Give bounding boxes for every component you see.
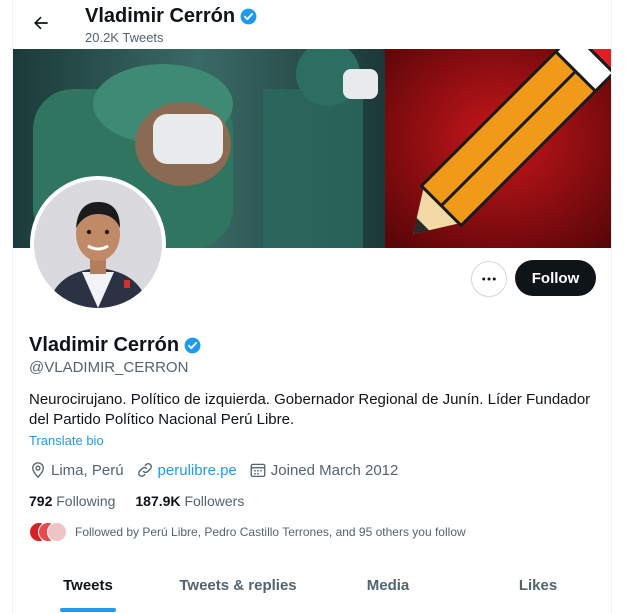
- header-name: Vladimir Cerrón: [85, 5, 236, 27]
- more-options-button[interactable]: [471, 261, 507, 297]
- top-bar: Vladimir Cerrón 20.2K Tweets: [13, 0, 611, 49]
- verified-badge-icon: [184, 337, 201, 354]
- active-tab-indicator: [60, 608, 116, 612]
- followers-stat[interactable]: 187.9K Followers: [135, 493, 244, 509]
- calendar-icon: [250, 463, 266, 478]
- header-title: Vladimir Cerrón: [85, 5, 258, 28]
- profile-tabs: Tweets Tweets & replies Media Likes: [13, 560, 611, 613]
- followed-by[interactable]: Followed by Perú Libre, Pedro Castillo T…: [29, 522, 466, 542]
- following-count: 792: [29, 493, 53, 509]
- joined-text: Joined March 2012: [270, 461, 399, 479]
- back-button[interactable]: [27, 9, 55, 37]
- profile-name-row: Vladimir Cerrón: [29, 334, 202, 357]
- profile-bio: Neurocirujano. Político de izquierda. Go…: [29, 391, 591, 428]
- follow-button[interactable]: Follow: [515, 260, 596, 296]
- follow-stats: 792 Following 187.9K Followers: [29, 493, 244, 509]
- tweet-count: 20.2K Tweets: [85, 30, 164, 45]
- tab-likes[interactable]: Likes: [463, 560, 611, 613]
- tab-label: Media: [366, 577, 410, 594]
- profile-page: Vladimir Cerrón 20.2K Tweets Follow Vlad…: [12, 0, 612, 613]
- profile-avatar[interactable]: [30, 176, 166, 312]
- followers-count: 187.9K: [135, 493, 181, 509]
- translate-bio-link[interactable]: Translate bio: [29, 433, 104, 448]
- avatar-photo: [34, 180, 162, 308]
- verified-badge-icon: [240, 8, 257, 25]
- arrow-left-icon: [34, 16, 48, 30]
- location-pin-icon: [32, 462, 44, 479]
- tab-media[interactable]: Media: [313, 560, 463, 613]
- tab-label: Tweets & replies: [179, 577, 297, 594]
- tab-tweets-replies[interactable]: Tweets & replies: [163, 560, 313, 613]
- profile-name: Vladimir Cerrón: [29, 334, 180, 356]
- profile-meta: Lima, Perú perulibre.pe Joined March 201…: [29, 461, 410, 479]
- followers-label: Followers: [184, 493, 245, 509]
- following-stat[interactable]: 792 Following: [29, 493, 115, 509]
- tab-tweets[interactable]: Tweets: [13, 560, 163, 613]
- following-label: Following: [56, 493, 116, 509]
- joined-date: Joined March 2012: [249, 461, 399, 479]
- website: perulibre.pe: [136, 461, 237, 479]
- followed-by-avatars: [29, 522, 67, 542]
- tab-label: Likes: [518, 577, 558, 594]
- mini-avatar: [47, 522, 67, 542]
- website-link[interactable]: perulibre.pe: [158, 462, 237, 479]
- link-icon: [137, 463, 152, 477]
- followed-by-text: Followed by Perú Libre, Pedro Castillo T…: [75, 525, 466, 539]
- location: Lima, Perú: [29, 461, 124, 479]
- tab-label: Tweets: [63, 577, 113, 594]
- more-icon: [482, 277, 496, 281]
- location-text: Lima, Perú: [51, 461, 124, 479]
- profile-handle: @VLADIMIR_CERRON: [29, 359, 189, 376]
